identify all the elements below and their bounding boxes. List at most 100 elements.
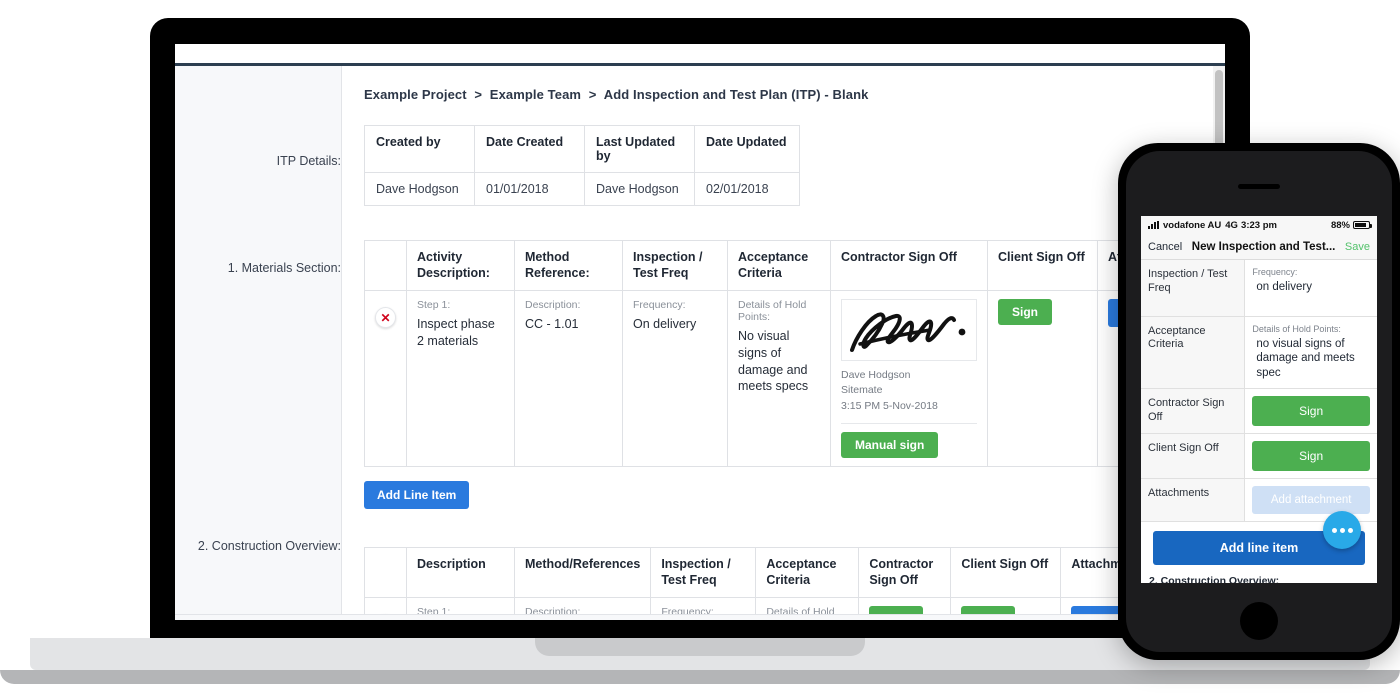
signature-name: Dave Hodgson: [841, 369, 911, 382]
cell-acceptance-criteria[interactable]: Details of Hold Points: Type text...: [755, 597, 860, 614]
header-delete-col: [364, 546, 407, 599]
cell-date-updated: 02/01/2018: [694, 172, 800, 206]
field-value-inspection: On delivery: [633, 317, 697, 332]
cell-contractor-sign-off: Dave Hodgson Sitemate 3:15 PM 5-Nov-2018…: [830, 290, 988, 467]
breadcrumb-item-project[interactable]: Example Project: [364, 87, 467, 102]
header-inspection-test-freq: Inspection / Test Freq: [622, 239, 728, 292]
breadcrumb-item-team[interactable]: Example Team: [490, 87, 581, 102]
handwritten-signature-icon: [850, 312, 966, 353]
field-value-method: CC - 1.01: [525, 317, 579, 332]
table-row: Dave Hodgson 01/01/2018 Dave Hodgson 02/…: [364, 172, 800, 206]
home-button[interactable]: [1240, 602, 1278, 640]
client-sign-button[interactable]: Sign: [998, 299, 1052, 326]
construction-section-label: 2. Construction Overview:: [197, 539, 341, 553]
field-label-step: Step 1:: [417, 299, 451, 312]
divider: [841, 422, 977, 424]
delete-row-cell: ✕: [364, 290, 407, 467]
field-label-step: Step 1:: [417, 606, 451, 614]
app-main-content: Example Project > Example Team > Add Ins…: [342, 66, 1225, 614]
mobile-nav-bar: Cancel New Inspection and Test... Save: [1141, 234, 1377, 260]
cancel-button[interactable]: Cancel: [1148, 241, 1182, 253]
signature-timestamp: 3:15 PM 5-Nov-2018: [841, 399, 938, 412]
cell-method-references[interactable]: Description: Type text...: [513, 597, 652, 614]
field-value-activity: Inspect phase 2 materials: [417, 317, 495, 348]
header-client-sign-off: Client Sign Off: [987, 239, 1098, 292]
row-value-acceptance-criteria[interactable]: Details of Hold Points: no visual signs …: [1244, 316, 1377, 390]
delete-row-cell: ✕: [364, 597, 407, 614]
mobile-footer: 2. Construction Overview: Line row 1 Del…: [1141, 571, 1377, 583]
field-value-hold-points: no visual signs of damage and meets spec: [1256, 337, 1355, 380]
cell-description[interactable]: Step 1: Type text...: [406, 597, 515, 614]
header-acceptance-criteria: Acceptance Criteria: [727, 239, 831, 292]
header-contractor-sign-off: Contractor Sign Off: [830, 239, 988, 292]
row-key-attachments: Attachments: [1141, 478, 1246, 523]
app-top-bar: [175, 44, 1225, 66]
field-label-frequency: Frequency:: [1252, 267, 1298, 277]
cell-acceptance-criteria[interactable]: Details of Hold Points: No visual signs …: [727, 290, 831, 467]
cell-last-updated-by: Dave Hodgson: [584, 172, 695, 206]
cell-inspection-test-freq[interactable]: Frequency: On delivery: [622, 290, 728, 467]
construction-section-label: 2. Construction Overview:: [1149, 575, 1280, 583]
phone-speaker: [1238, 184, 1280, 189]
more-options-icon[interactable]: [1323, 511, 1361, 549]
cell-created-by: Dave Hodgson: [364, 172, 475, 206]
field-label-hold-points: Details of Hold Points:: [766, 606, 835, 614]
field-label-frequency: Frequency:: [633, 299, 686, 312]
field-label-frequency: Frequency:: [661, 606, 714, 614]
list-item: Contractor Sign Off Sign: [1141, 388, 1377, 435]
add-attachment-button[interactable]: Add: [1071, 606, 1121, 614]
cell-inspection-test-freq[interactable]: Frequency: Type text...: [650, 597, 757, 614]
row-key-contractor-sign-off: Contractor Sign Off: [1141, 388, 1246, 435]
list-item: Client Sign Off Sign: [1141, 433, 1377, 480]
mobile-page-title: New Inspection and Test...: [1191, 240, 1336, 253]
app-body: ITP Details: 1. Materials Section: 2. Co…: [175, 66, 1225, 614]
signature-box[interactable]: [841, 299, 977, 362]
row-key-acceptance-criteria: Acceptance Criteria: [1141, 316, 1246, 390]
contractor-sign-button[interactable]: Sign: [869, 606, 924, 614]
row-value-inspection-test-freq[interactable]: Frequency: on delivery: [1244, 260, 1377, 317]
save-button[interactable]: Save: [1345, 241, 1370, 253]
breadcrumb-item-current: Add Inspection and Test Plan (ITP) - Bla…: [603, 87, 869, 102]
list-item: Inspection / Test Freq Frequency: on del…: [1141, 260, 1377, 317]
header-method-reference: Method Reference:: [514, 239, 623, 292]
laptop-screen: ITP Details: 1. Materials Section: 2. Co…: [175, 44, 1225, 620]
header-client-sign-off: Client Sign Off: [950, 546, 1062, 599]
breadcrumb-separator: >: [588, 87, 597, 102]
client-sign-button[interactable]: Sign: [1252, 441, 1370, 472]
cell-client-sign-off: Sign: [987, 290, 1098, 467]
cell-activity-description[interactable]: Step 1: Inspect phase 2 materials: [406, 290, 515, 467]
network-label: 4G: [1225, 219, 1238, 231]
app-sidebar: ITP Details: 1. Materials Section: 2. Co…: [175, 66, 342, 614]
breadcrumb: Example Project > Example Team > Add Ins…: [342, 66, 1225, 102]
field-value-acceptance: No visual signs of damage and meets spec…: [738, 329, 809, 394]
row-key-client-sign-off: Client Sign Off: [1141, 433, 1246, 480]
materials-section-label: 1. Materials Section:: [227, 261, 341, 275]
itp-details-label: ITP Details:: [276, 154, 341, 168]
materials-section-table: Activity Description: Method Reference: …: [364, 239, 1208, 467]
field-label-description: Description:: [525, 606, 581, 614]
app-footer: Save Form: [175, 614, 1225, 620]
row-key-inspection-test-freq: Inspection / Test Freq: [1141, 260, 1246, 317]
phone-device: vodafone AU 4G 3:23 pm 88% Cancel New In…: [1118, 143, 1400, 660]
laptop-foot: [0, 670, 1400, 684]
signal-bars-icon: [1148, 221, 1159, 229]
manual-sign-button[interactable]: Manual sign: [841, 431, 939, 458]
itp-details-table: Created by Date Created Last Updated by …: [364, 125, 800, 206]
field-label-hold-points: Details of Hold Points:: [738, 299, 807, 324]
field-value-frequency: on delivery: [1256, 281, 1312, 293]
field-label-description: Description:: [525, 299, 581, 312]
mobile-status-bar: vodafone AU 4G 3:23 pm 88%: [1141, 216, 1377, 234]
header-description: Description: [406, 546, 515, 599]
close-x-icon[interactable]: ✕: [375, 307, 396, 329]
add-line-item-button[interactable]: Add Line Item: [364, 480, 470, 509]
cell-method-reference[interactable]: Description: CC - 1.01: [514, 290, 623, 467]
row-value-attachments: Add attachment: [1244, 478, 1377, 523]
add-attachment-button[interactable]: Add attachment: [1252, 486, 1370, 515]
contractor-sign-button[interactable]: Sign: [1252, 396, 1370, 427]
phone-screen: vodafone AU 4G 3:23 pm 88% Cancel New In…: [1141, 216, 1377, 583]
table-header-row: Description Method/References Inspection…: [364, 546, 1172, 599]
clock-label: 3:23 pm: [1241, 219, 1277, 231]
client-sign-button[interactable]: Sign: [961, 606, 1016, 614]
table-header-row: Created by Date Created Last Updated by …: [364, 125, 800, 173]
row-value-client-sign-off: Sign: [1244, 433, 1377, 480]
